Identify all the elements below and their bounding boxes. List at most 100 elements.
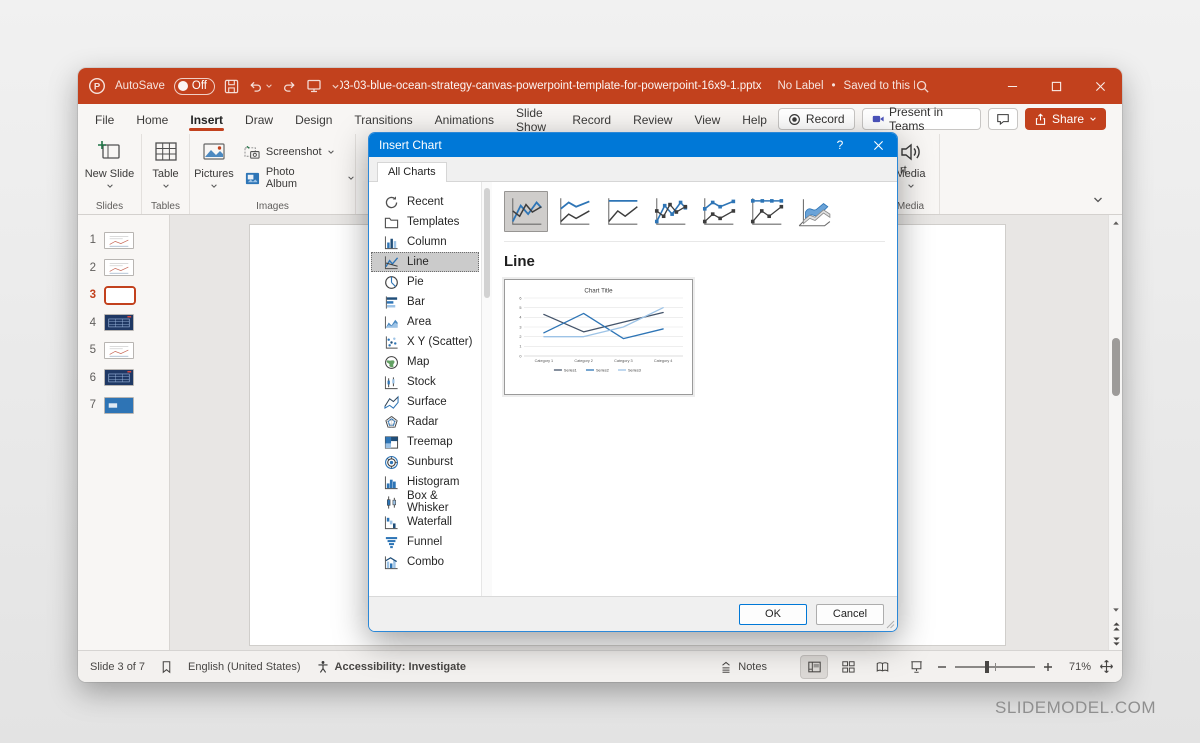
autosave-toggle[interactable]: Off bbox=[174, 78, 215, 95]
menu-tab-review[interactable]: Review bbox=[622, 108, 683, 131]
slide-thumbnail-row-7[interactable]: 7 bbox=[78, 393, 170, 417]
menu-tab-design[interactable]: Design bbox=[284, 108, 343, 131]
zoom-in-icon[interactable] bbox=[1043, 662, 1053, 672]
chart-type-scatter[interactable]: X Y (Scatter) bbox=[371, 332, 479, 352]
slide-thumbnail-row-6[interactable]: 6 bbox=[78, 366, 170, 390]
chart-type-sunburst[interactable]: Sunburst bbox=[371, 452, 479, 472]
chart-type-histogram[interactable]: Histogram bbox=[371, 472, 479, 492]
chart-type-list-scrollbar[interactable] bbox=[481, 182, 492, 596]
ok-button[interactable]: OK bbox=[739, 604, 807, 625]
menu-tab-home[interactable]: Home bbox=[125, 108, 179, 131]
slide-thumbnail-row-5[interactable]: 5 bbox=[78, 338, 170, 362]
cancel-button[interactable]: Cancel bbox=[816, 604, 884, 625]
chart-type-templates[interactable]: Templates bbox=[371, 212, 479, 232]
slideshow-view-button[interactable] bbox=[903, 656, 929, 678]
menu-tab-view[interactable]: View bbox=[683, 108, 731, 131]
zoom-slider[interactable] bbox=[955, 666, 1035, 668]
dialog-help-button[interactable]: ? bbox=[821, 133, 859, 157]
pictures-button[interactable]: Pictures bbox=[190, 139, 238, 190]
slide-thumbnail-row-3[interactable]: 3 bbox=[78, 283, 170, 307]
menu-tab-insert[interactable]: Insert bbox=[179, 108, 234, 131]
zoom-percentage[interactable]: 71% bbox=[1061, 661, 1091, 673]
record-button[interactable]: Record bbox=[778, 108, 855, 130]
normal-view-button[interactable] bbox=[801, 656, 827, 678]
maximize-button[interactable] bbox=[1034, 68, 1078, 104]
zoom-out-icon[interactable] bbox=[937, 662, 947, 672]
reading-view-button[interactable] bbox=[869, 656, 895, 678]
undo-dropdown-chevron-icon[interactable] bbox=[265, 82, 273, 90]
menu-tab-animations[interactable]: Animations bbox=[424, 108, 505, 131]
share-button[interactable]: Share bbox=[1025, 108, 1106, 130]
collapse-ribbon-chevron-icon[interactable] bbox=[1092, 194, 1104, 206]
chart-type-treemap[interactable]: Treemap bbox=[371, 432, 479, 452]
scroll-down-arrow[interactable] bbox=[1109, 604, 1122, 616]
slide-thumbnail-row-4[interactable]: 4 bbox=[78, 311, 170, 335]
new-slide-button[interactable]: New Slide bbox=[83, 139, 137, 190]
slide-sorter-view-button[interactable] bbox=[835, 656, 861, 678]
undo-icon[interactable] bbox=[248, 79, 263, 94]
notes-button[interactable]: Notes bbox=[719, 660, 767, 674]
chart-type-map[interactable]: Map bbox=[371, 352, 479, 372]
slide-thumbnail[interactable] bbox=[104, 259, 134, 276]
save-icon[interactable] bbox=[224, 79, 239, 94]
dialog-close-button[interactable] bbox=[859, 133, 897, 157]
menu-tab-help[interactable]: Help bbox=[731, 108, 778, 131]
slide-thumbnail[interactable] bbox=[104, 314, 134, 331]
present-in-teams-button[interactable]: Present in Teams bbox=[862, 108, 981, 130]
chart-type-bar[interactable]: Bar bbox=[371, 292, 479, 312]
chart-type-radar[interactable]: Radar bbox=[371, 412, 479, 432]
menu-tab-record[interactable]: Record bbox=[561, 108, 622, 131]
start-slideshow-icon[interactable] bbox=[306, 78, 322, 94]
chart-type-waterfall[interactable]: Waterfall bbox=[371, 512, 479, 532]
menu-tab-draw[interactable]: Draw bbox=[234, 108, 284, 131]
menu-tab-transitions[interactable]: Transitions bbox=[343, 108, 423, 131]
screenshot-button[interactable]: Screenshot bbox=[244, 142, 355, 162]
scrollbar-thumb[interactable] bbox=[1112, 338, 1120, 396]
subtype-line[interactable] bbox=[504, 191, 548, 232]
comments-button[interactable] bbox=[988, 108, 1018, 130]
zoom-slider-thumb[interactable] bbox=[985, 661, 989, 673]
slide-thumbnail-row-1[interactable]: 1 bbox=[78, 228, 170, 252]
list-scrollbar-thumb[interactable] bbox=[484, 188, 490, 298]
slide-thumbnail-row-2[interactable]: 2 bbox=[78, 256, 170, 280]
chart-preview-box[interactable]: 0123456Category 1Category 2Category 3Cat… bbox=[504, 279, 693, 395]
subtype-3-d-line[interactable] bbox=[792, 191, 836, 232]
resize-grip[interactable] bbox=[885, 619, 895, 629]
language-status[interactable]: English (United States) bbox=[188, 661, 301, 673]
slide-thumbnail[interactable] bbox=[104, 369, 134, 386]
minimize-button[interactable] bbox=[990, 68, 1034, 104]
saved-status[interactable]: Saved to this PC bbox=[844, 80, 915, 92]
close-button[interactable] bbox=[1078, 68, 1122, 104]
dialog-title-bar[interactable]: Insert Chart ? bbox=[369, 133, 897, 157]
chart-type-line[interactable]: Line bbox=[371, 252, 479, 272]
slide-thumbnail[interactable] bbox=[104, 397, 134, 414]
previous-slide-button[interactable] bbox=[1109, 620, 1122, 632]
subtype-line-with-markers[interactable] bbox=[648, 191, 692, 232]
scroll-up-arrow[interactable] bbox=[1109, 217, 1122, 229]
quick-access-chevron-icon[interactable] bbox=[331, 82, 340, 91]
slide-thumbnail[interactable] bbox=[104, 232, 134, 249]
chart-type-pie[interactable]: Pie bbox=[371, 272, 479, 292]
tab-all-charts[interactable]: All Charts bbox=[377, 162, 447, 183]
photo-album-button[interactable]: Photo Album bbox=[244, 168, 355, 188]
slide-thumbnail[interactable] bbox=[104, 286, 136, 305]
redo-icon[interactable] bbox=[282, 79, 297, 94]
accessibility-status[interactable]: Accessibility: Investigate bbox=[316, 660, 466, 674]
chart-type-surface[interactable]: Surface bbox=[371, 392, 479, 412]
subtype-100-stacked-line-with-markers[interactable] bbox=[744, 191, 788, 232]
slide-thumbnail[interactable] bbox=[104, 342, 134, 359]
chart-type-area[interactable]: Area bbox=[371, 312, 479, 332]
next-slide-button[interactable] bbox=[1109, 635, 1122, 647]
chart-type-column[interactable]: Column bbox=[371, 232, 479, 252]
proofing-icon[interactable] bbox=[160, 660, 173, 674]
chart-type-combo[interactable]: Combo bbox=[371, 552, 479, 572]
subtype-stacked-line-with-markers[interactable] bbox=[696, 191, 740, 232]
menu-tab-file[interactable]: File bbox=[84, 108, 125, 131]
chart-type-funnel[interactable]: Funnel bbox=[371, 532, 479, 552]
subtype-stacked-line[interactable] bbox=[552, 191, 596, 232]
fit-slide-icon[interactable] bbox=[1099, 659, 1114, 674]
chart-type-recent[interactable]: Recent bbox=[371, 192, 479, 212]
table-button[interactable]: Table bbox=[142, 139, 189, 190]
subtype-100-stacked-line[interactable] bbox=[600, 191, 644, 232]
search-icon[interactable] bbox=[915, 79, 930, 94]
